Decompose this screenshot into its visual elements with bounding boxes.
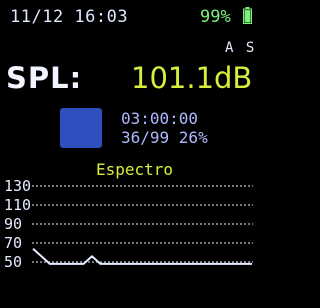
spectrum-chart: 130110907050 [4,177,253,271]
y-tick-label: 110 [4,196,31,214]
y-tick-label: 130 [4,177,31,195]
y-tick-label: 50 [4,253,22,271]
y-tick-label: 90 [4,215,22,233]
meter-screen: 11/12 16:03 99% A S SPL: 101.1dB 03:00:0… [0,0,259,308]
y-tick-label: 70 [4,234,22,252]
